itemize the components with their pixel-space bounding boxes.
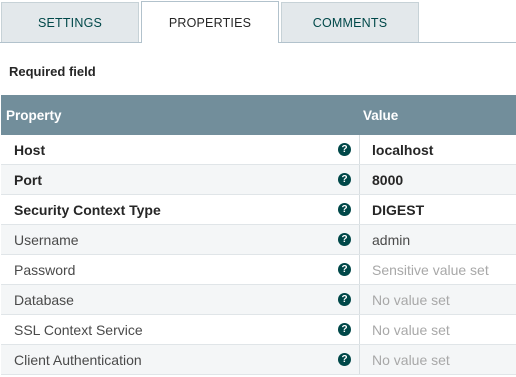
column-header-value[interactable]: Value [363, 108, 398, 123]
question-circle-icon[interactable]: ? [338, 293, 351, 306]
property-value[interactable]: DIGEST [372, 202, 424, 218]
table-row[interactable]: Port ? 8000 [1, 165, 516, 195]
table-row[interactable]: Security Context Type ? DIGEST [1, 195, 516, 225]
table-row[interactable]: Host ? localhost [1, 135, 516, 165]
tab-comments[interactable]: COMMENTS [281, 2, 419, 42]
properties-dialog: SETTINGS PROPERTIES COMMENTS Required fi… [0, 0, 516, 377]
column-divider [359, 165, 360, 194]
column-divider [359, 315, 360, 344]
column-divider [359, 135, 360, 164]
question-circle-icon[interactable]: ? [338, 143, 351, 156]
table-row[interactable]: Client Authentication ? No value set [1, 345, 516, 375]
question-circle-icon[interactable]: ? [338, 203, 351, 216]
table-row[interactable]: Password ? Sensitive value set [1, 255, 516, 285]
column-divider [359, 345, 360, 374]
property-value[interactable]: Sensitive value set [372, 262, 489, 278]
question-circle-icon[interactable]: ? [338, 263, 351, 276]
table-row[interactable]: Database ? No value set [1, 285, 516, 315]
property-value[interactable]: No value set [372, 352, 450, 368]
property-name: Username [14, 232, 79, 248]
column-divider [359, 255, 360, 284]
column-divider [359, 195, 360, 224]
property-value[interactable]: admin [372, 232, 410, 248]
question-circle-icon[interactable]: ? [338, 233, 351, 246]
question-circle-icon[interactable]: ? [338, 353, 351, 366]
property-name: Client Authentication [14, 352, 142, 368]
column-header-property[interactable]: Property [6, 108, 62, 123]
property-value[interactable]: No value set [372, 322, 450, 338]
table-row[interactable]: SSL Context Service ? No value set [1, 315, 516, 345]
property-name: Password [14, 262, 76, 278]
tab-settings[interactable]: SETTINGS [1, 2, 139, 42]
table-row[interactable]: Username ? admin [1, 225, 516, 255]
property-value[interactable]: No value set [372, 292, 450, 308]
property-name: Security Context Type [14, 202, 161, 218]
column-divider [359, 285, 360, 314]
property-name: Host [14, 142, 46, 158]
table-header: Property Value [1, 95, 516, 135]
property-name: SSL Context Service [14, 322, 143, 338]
required-field-label: Required field [9, 64, 96, 79]
question-circle-icon[interactable]: ? [338, 173, 351, 186]
property-name: Database [14, 292, 74, 308]
tab-bar: SETTINGS PROPERTIES COMMENTS [0, 0, 516, 43]
properties-table: Property Value Host ? localhost Port ? 8… [1, 95, 516, 375]
property-value[interactable]: localhost [372, 142, 433, 158]
property-name: Port [14, 172, 42, 188]
property-value[interactable]: 8000 [372, 172, 403, 188]
question-circle-icon[interactable]: ? [338, 323, 351, 336]
tab-properties[interactable]: PROPERTIES [141, 1, 279, 43]
column-divider [359, 225, 360, 254]
